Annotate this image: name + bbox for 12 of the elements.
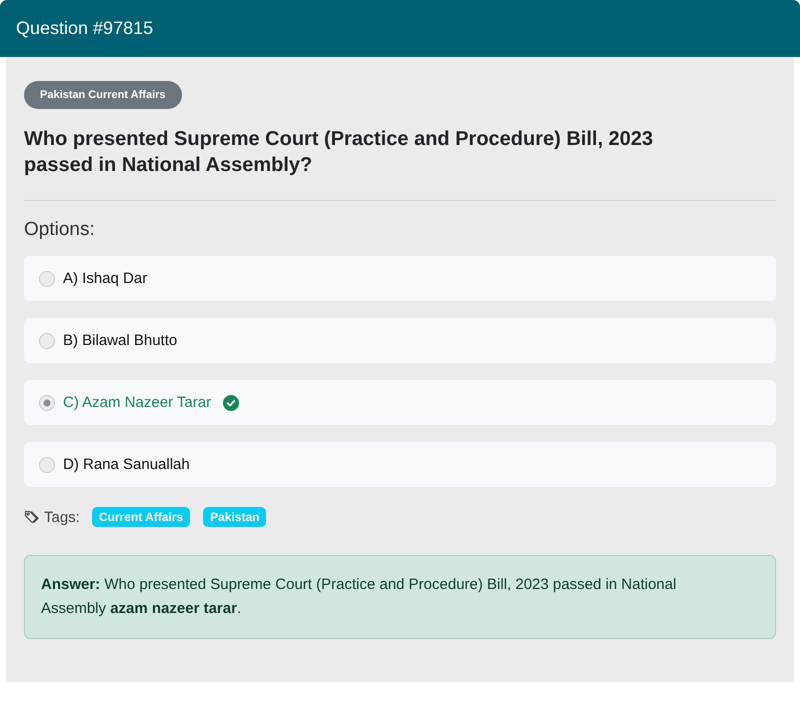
option-item[interactable]: B) Bilawal Bhutto [24, 318, 776, 363]
check-circle-icon [223, 394, 240, 410]
option-item[interactable]: A) Ishaq Dar [24, 256, 776, 301]
answer-text: Answer: Who presented Supreme Court (Practice and Procedure) Bill, 2023 passed in National Assembly azam nazeer tarar. [41, 575, 678, 619]
question-text: Who presented Supreme Court (Practice and Procedure) Bill, 2023 passed in National Assembly? [24, 127, 654, 178]
tags-label: Tags: [44, 508, 80, 526]
question-title: Question #97815 [16, 18, 154, 39]
tag-icon [24, 509, 40, 525]
options-heading: Options: [24, 219, 96, 241]
option-item[interactable]: C) Azam Nazeer Tarar [24, 380, 776, 425]
option-item[interactable]: D) Rana Sanuallah [24, 442, 776, 487]
category-badge[interactable]: Pakistan Current Affairs [24, 81, 182, 109]
